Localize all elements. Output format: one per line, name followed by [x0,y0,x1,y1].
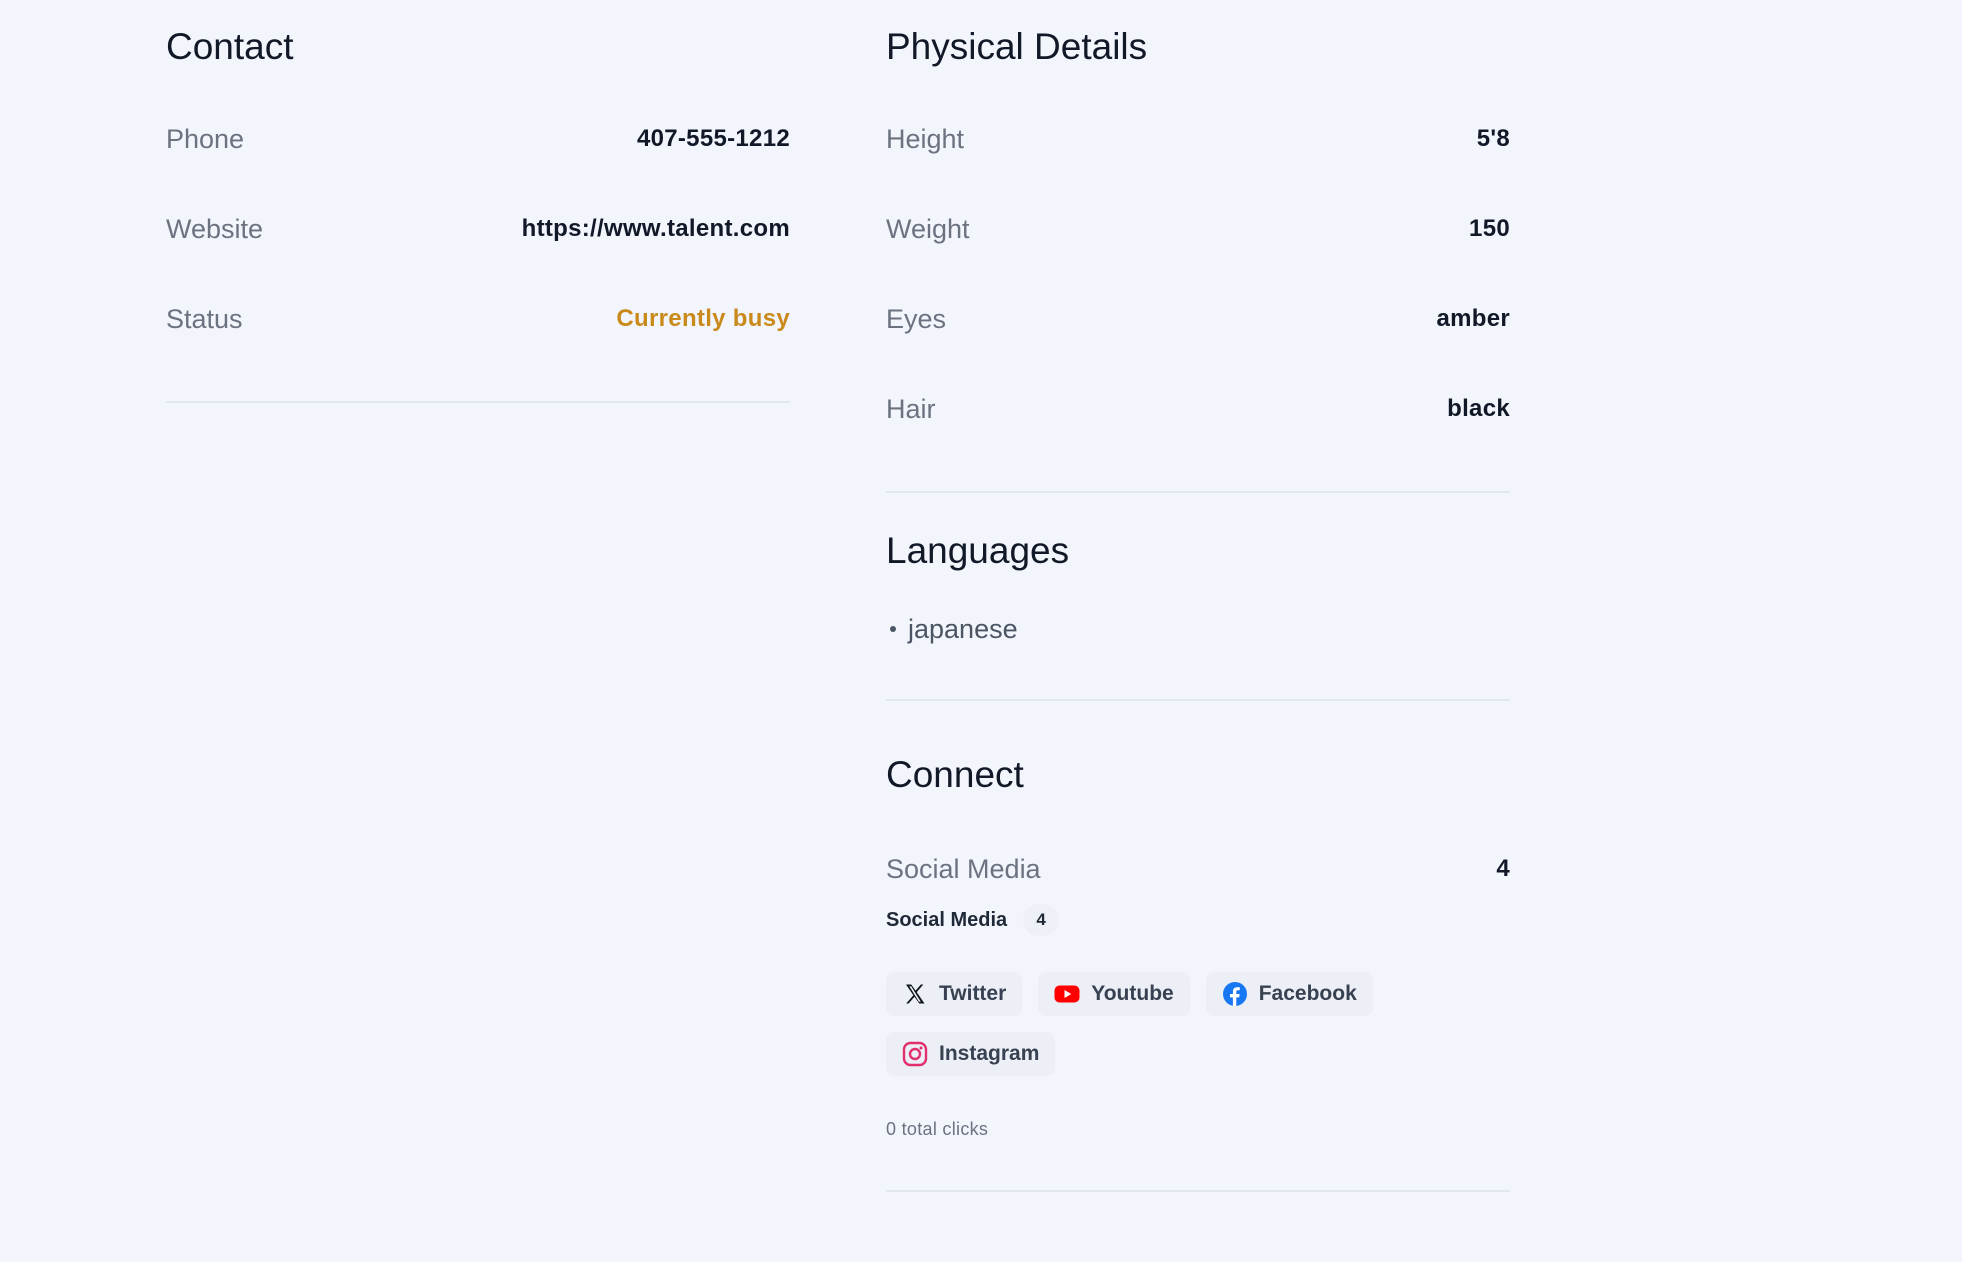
physical-row-weight: Weight 150 [886,184,1510,274]
connect-title: Connect [886,754,1024,795]
connect-divider [886,1190,1510,1192]
youtube-link[interactable]: Youtube [1038,972,1190,1016]
social-media-header: Social Media 4 [886,904,1510,936]
eyes-label: Eyes [886,303,947,334]
contact-row-status: Status Currently busy [166,274,790,364]
languages-divider [886,699,1510,701]
instagram-icon [902,1041,928,1067]
youtube-label: Youtube [1091,982,1174,1005]
contact-divider [166,401,790,403]
weight-label: Weight [886,213,970,244]
weight-value: 150 [1469,215,1510,242]
youtube-icon [1054,981,1080,1007]
twitter-link[interactable]: Twitter [886,972,1023,1016]
twitter-label: Twitter [939,982,1007,1005]
instagram-label: Instagram [939,1042,1040,1065]
instagram-link[interactable]: Instagram [886,1032,1056,1076]
contact-section: Contact Phone 407-555-1212 Website https… [166,0,790,403]
height-label: Height [886,123,965,154]
social-media-summary-value: 4 [1496,855,1510,882]
height-value: 5'8 [1476,125,1510,152]
contact-row-website: Website https://www.talent.com [166,184,790,274]
phone-value: 407-555-1212 [636,125,790,152]
languages-title: Languages [886,530,1070,571]
social-media-summary-row: Social Media 4 [886,824,1510,914]
status-value: Currently busy [616,305,790,332]
details-column: Physical Details Height 5'8 Weight 150 E… [886,0,1510,1192]
status-label: Status [166,303,243,334]
facebook-label: Facebook [1258,982,1357,1005]
language-item: japanese [886,609,1510,649]
social-media-count-badge: 4 [1023,904,1060,936]
social-links: Twitter Youtube Facebook Instagram [886,972,1510,1076]
contact-title: Contact [166,26,294,67]
language-name: japanese [908,613,1018,644]
hair-value: black [1447,395,1510,422]
social-media-heading: Social Media [886,908,1008,931]
physical-row-height: Height 5'8 [886,94,1510,184]
facebook-link[interactable]: Facebook [1205,972,1373,1016]
hair-label: Hair [886,393,936,424]
website-link[interactable]: https://www.talent.com [522,215,790,243]
total-clicks: 0 total clicks [886,1119,989,1139]
website-label: Website [166,213,264,244]
physical-divider [886,491,1510,493]
bullet-icon [890,626,896,632]
facebook-icon [1222,981,1248,1007]
physical-row-hair: Hair black [886,364,1510,454]
languages-section: Languages japanese [886,527,1510,701]
physical-details-title: Physical Details [886,26,1148,67]
physical-row-eyes: Eyes amber [886,274,1510,364]
contact-row-phone: Phone 407-555-1212 [166,94,790,184]
social-media-summary-label: Social Media [886,853,1041,884]
languages-list: japanese [886,609,1510,649]
connect-section: Connect Social Media 4 Social Media 4 Tw… [886,751,1510,1192]
eyes-value: amber [1436,305,1510,332]
physical-details-section: Physical Details Height 5'8 Weight 150 E… [886,0,1510,493]
x-twitter-icon [902,981,928,1007]
phone-label: Phone [166,123,245,154]
